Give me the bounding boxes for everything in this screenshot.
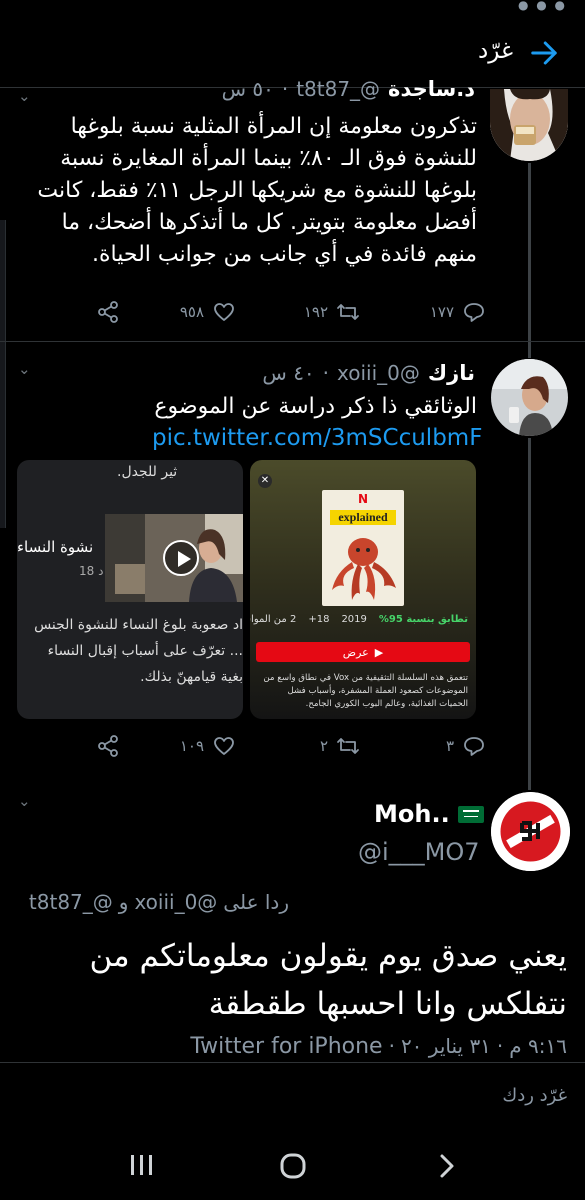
retweet-count: ١٩٢ [303, 303, 328, 321]
watch-label: عرض [342, 645, 369, 659]
tweet-date: ٣١ يناير ٢٠ [400, 1034, 491, 1058]
separator: · [388, 1034, 395, 1058]
octopus-illustration [332, 538, 396, 600]
poster-title: explained [330, 510, 396, 525]
episode-duration: 18 د [79, 564, 104, 578]
home-icon[interactable] [279, 1152, 307, 1184]
reply-icon [464, 303, 484, 322]
reply-and: و [118, 890, 129, 914]
tweet-meta: ٩:١٦ م · ٣١ يناير ٢٠ · Twitter for iPhon… [190, 1034, 567, 1059]
episode-line: بغية قيامهنّ بذلك. [140, 669, 243, 685]
avatar[interactable] [490, 89, 568, 161]
display-name[interactable]: Moh.. [374, 800, 450, 828]
separator: · [496, 1034, 504, 1058]
tweet-text: يعني صدق يوم يقولون معلوماتكم من نتفلكس … [89, 938, 567, 1022]
reply-composer[interactable]: غرّد ردك [0, 1062, 585, 1130]
thread-line-top [528, 342, 531, 358]
release-year: 2019 [341, 614, 367, 625]
timestamp[interactable]: ٥٠ س [222, 77, 274, 101]
episode-media-card[interactable]: ثير للجدل. نشوة النساء 18 د اد صعوبة بلو… [17, 460, 243, 719]
status-bar: ● ● ● [0, 0, 585, 14]
back-arrow-icon[interactable] [529, 38, 559, 68]
thread-line [528, 163, 531, 341]
tweet-options-icon[interactable]: ⌄ [18, 360, 31, 378]
reply-button[interactable]: ٣ [446, 734, 486, 758]
poster-image: N explained [322, 490, 404, 606]
status-icons: ● ● ● [517, 0, 567, 12]
reply-count: ١٧٧ [429, 303, 454, 321]
episode-caption: ثير للجدل. [117, 464, 178, 480]
avatar[interactable] [491, 359, 568, 436]
reply-icon [464, 737, 484, 756]
play-button-icon[interactable] [163, 540, 199, 576]
episode-title: نشوة النساء [17, 538, 94, 556]
match-score: تطابق بنسبة 95% [378, 614, 468, 625]
like-button[interactable]: ١٠٩ [180, 734, 236, 758]
like-button[interactable]: ٩٥٨ [180, 300, 236, 324]
share-icon [98, 301, 118, 323]
heart-icon [214, 737, 234, 755]
play-icon: ▶ [374, 645, 384, 659]
tweet-time: ٩:١٦ م [509, 1034, 567, 1058]
retweet-icon [337, 738, 359, 754]
reply-handle[interactable]: @xoiii_0 [134, 890, 217, 914]
share-icon [98, 735, 118, 757]
tweet-text: الوثائقي ذا ذكر دراسة عن الموضوع [154, 394, 477, 419]
separator: · [322, 361, 330, 385]
reply-button[interactable]: ١٧٧ [430, 300, 486, 324]
avatar[interactable] [491, 792, 570, 871]
saudi-flag-icon [457, 805, 484, 823]
back-nav-icon[interactable] [434, 1152, 460, 1184]
episode-line: ... تعرّف على أسباب إقبال النساء [47, 643, 243, 659]
retweet-count: ٢ [319, 737, 328, 755]
like-count: ٩٥٨ [179, 303, 204, 321]
reply-label: ردا على [223, 890, 289, 914]
retweet-button[interactable]: ١٩٢ [304, 300, 360, 324]
separator: · [281, 77, 289, 101]
reply-handle[interactable]: @_t8t87 [29, 890, 113, 914]
tweet-options-icon[interactable]: ⌄ [18, 792, 31, 810]
episode-thumbnail[interactable] [105, 514, 243, 602]
thread-line-top [528, 782, 531, 790]
tweet-actions: ٣ ٢ ١٠٩ [96, 734, 486, 764]
show-description: تتعمق هذه السلسلة التثقيفية من Vox في نط… [263, 673, 468, 709]
reply-placeholder[interactable]: غرّد ردك [502, 1085, 567, 1106]
share-button[interactable] [96, 300, 120, 324]
netflix-logo: N [357, 492, 369, 506]
episode-description: اد صعوبة بلوغ النساء للنشوة الجنس ... تع… [17, 612, 243, 690]
episode-line: اد صعوبة بلوغ النساء للنشوة الجنس [34, 617, 243, 633]
tweet-text: تذكرون معلومة إن المرأة المثلية نسبة بلو… [37, 114, 477, 267]
timestamp[interactable]: ٤٠ س [262, 361, 314, 385]
share-button[interactable] [96, 734, 120, 758]
heart-icon [214, 303, 234, 321]
reply-count: ٣ [445, 737, 454, 755]
tweet-2[interactable]: ⌄ نازك @xoiii_0 · ٤٠ س الوثائقي ذا ذكر د… [0, 342, 585, 782]
display-name[interactable]: د.ساجدة [388, 77, 475, 101]
media-link[interactable]: pic.twitter.com/3mSCculbmF [152, 425, 482, 451]
reply-context: ردا على @xoiii_0 و @_t8t87 [29, 890, 289, 914]
source-link[interactable]: Twitter for iPhone [190, 1034, 382, 1059]
media-meta-row: تطابق بنسبة 95% 2019 18+ 2 من المواسم [250, 614, 468, 625]
tweet-1[interactable]: ⌄ د.ساجدة @_t8t87 · ٥٠ س تذكرون معلومة إ… [0, 77, 585, 341]
like-count: ١٠٩ [179, 737, 204, 755]
watch-button[interactable]: ▶ عرض [256, 642, 470, 662]
tweet-options-icon[interactable]: ⌄ [18, 87, 31, 105]
netflix-media-card[interactable]: ✕ N explained تطابق بنسبة 95% 2019 18+ 2… [250, 460, 476, 719]
retweet-button[interactable]: ٢ [320, 734, 360, 758]
close-icon[interactable]: ✕ [258, 474, 272, 488]
handle[interactable]: @i___MO7 [358, 838, 480, 866]
handle[interactable]: @_t8t87 [296, 77, 380, 101]
thread-line [528, 438, 531, 782]
header-title: غرّد [478, 38, 513, 64]
maturity-rating: 18+ [308, 614, 330, 625]
retweet-icon [337, 304, 359, 320]
focused-tweet[interactable]: ⌄ Moh.. @i___MO7 ردا على @xoiii_0 و @_t8… [0, 782, 585, 1062]
system-navigation-bar [0, 1130, 585, 1200]
handle[interactable]: @xoiii_0 [337, 361, 420, 385]
display-name[interactable]: نازك [428, 361, 475, 385]
season-count: 2 من المواسم [250, 614, 297, 625]
tweet-actions: ١٧٧ ١٩٢ ٩٥٨ [96, 300, 486, 330]
recent-apps-icon[interactable] [128, 1152, 156, 1182]
